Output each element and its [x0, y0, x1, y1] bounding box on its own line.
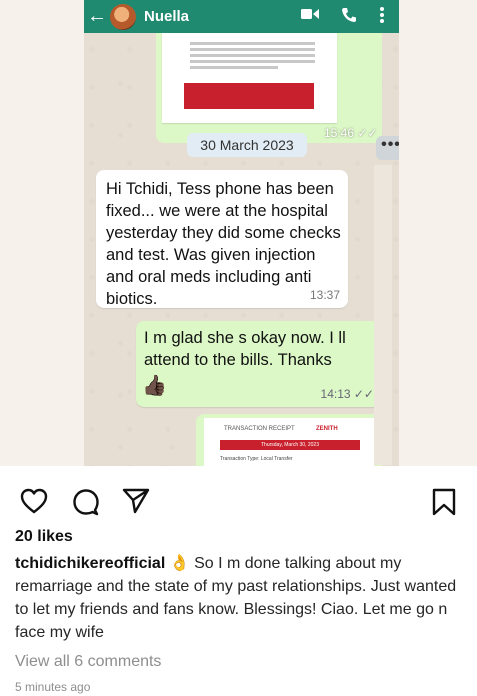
receipt-title: TRANSACTION RECEIPT	[224, 426, 295, 432]
contact-name: Nuella	[144, 8, 190, 25]
post-action-bar	[0, 466, 477, 526]
phone-icon	[341, 7, 357, 23]
post-caption: tchidichikereofficial 👌 So I m done talk…	[15, 552, 465, 644]
screenshot-edge	[374, 165, 392, 465]
date-divider: 30 March 2023	[187, 133, 307, 157]
send-icon[interactable]	[122, 488, 150, 519]
chat-header: ← Nuella	[84, 0, 399, 33]
view-comments-link[interactable]: View all 6 comments	[15, 653, 161, 671]
caption-username[interactable]: tchidichikereofficial	[15, 555, 165, 572]
video-call-icon	[301, 7, 319, 23]
receipt-date: Thursday, March 30, 2023	[220, 440, 360, 450]
ok-hand-emoji: 👌	[169, 555, 190, 572]
likes-count[interactable]: 20 likes	[15, 528, 73, 546]
outgoing-message-time: 14:13 ✓✓	[320, 387, 374, 401]
incoming-message-time: 13:37	[309, 288, 340, 302]
receipt-type: Transaction Type: Local Transfer	[220, 456, 293, 462]
whatsapp-screenshot: ← Nuella 15:46 ✓✓ 30 March 2023 ••• Hi T…	[84, 0, 399, 466]
receipt-time: 15:46 ✓✓	[324, 126, 378, 140]
post-timestamp: 5 minutes ago	[15, 680, 91, 694]
contact-avatar	[110, 3, 136, 30]
heart-icon[interactable]	[20, 488, 48, 519]
outgoing-message: I m glad she s okay now. I ll attend to …	[136, 321, 382, 407]
receipt-image-bottom: TRANSACTION RECEIPT ZENITH Thursday, Mar…	[204, 418, 374, 466]
outgoing-message-text: I m glad she s okay now. I ll attend to …	[144, 329, 346, 369]
receipt-brand: ZENITH	[316, 426, 338, 432]
more-options-icon	[379, 7, 385, 23]
receipt-image-top	[162, 33, 337, 123]
post-image[interactable]: ← Nuella 15:46 ✓✓ 30 March 2023 ••• Hi T…	[0, 0, 477, 466]
incoming-message: Hi Tchidi, Tess phone has been fixed... …	[96, 170, 348, 308]
ellipsis-icon: •••	[376, 136, 399, 160]
thumbs-up-emoji: 👍🏿	[142, 375, 167, 397]
comment-icon[interactable]	[72, 488, 100, 521]
back-arrow-icon: ←	[87, 5, 107, 27]
bookmark-icon[interactable]	[432, 488, 456, 521]
